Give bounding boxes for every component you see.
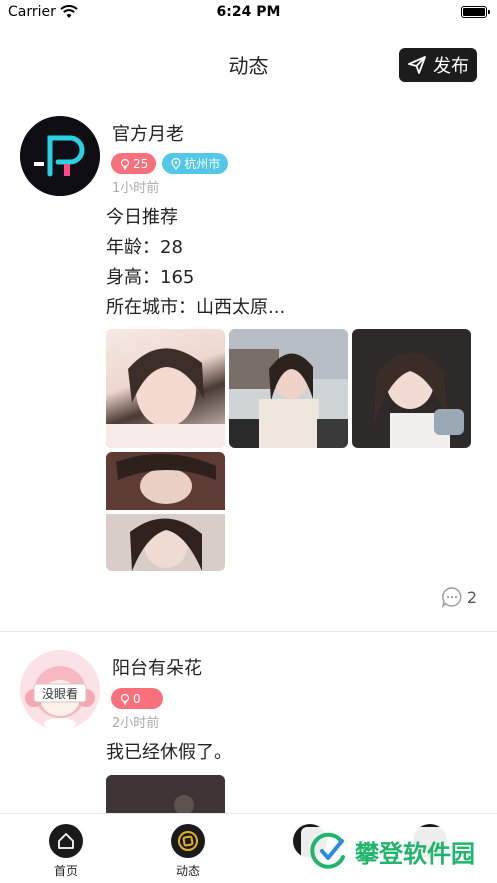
home-icon: [49, 824, 83, 858]
comment-button[interactable]: 2: [441, 586, 477, 608]
likes-count: 0: [133, 691, 141, 706]
photo-image: [374, 352, 464, 448]
post-photo[interactable]: [229, 329, 348, 448]
photo-image: [106, 775, 225, 815]
avatar-logo: [20, 116, 100, 196]
watermark: 攀登软件园: [301, 827, 483, 875]
watermark-text: 攀登软件园: [355, 839, 475, 868]
post-content: 今日推荐 年龄：28 身高：165 所在城市：山西太原...: [106, 203, 285, 323]
comment-bubble-icon: [441, 587, 462, 608]
lightbulb-icon: [120, 693, 130, 705]
battery-icon: [461, 6, 490, 18]
publish-button[interactable]: 发布: [399, 48, 477, 82]
tab-moments[interactable]: 动态: [158, 824, 218, 879]
post-card: 没眼看 阳台有朵花 0 2小时前 我已经休假了。: [0, 632, 497, 832]
user-tags: 25 杭州市: [111, 153, 229, 174]
post-time: 2小时前: [112, 716, 160, 731]
watermark-logo: [310, 832, 345, 869]
post-photo[interactable]: [106, 775, 225, 815]
avatar[interactable]: [20, 116, 100, 196]
post-line: 身高：165: [106, 267, 195, 288]
photo-image: [106, 348, 225, 448]
post-content: 我已经休假了。: [106, 738, 232, 768]
tab-home-label: 首页: [53, 864, 78, 878]
post-line: 年龄：28: [106, 237, 183, 258]
post-line: 我已经休假了。: [106, 742, 232, 763]
post-photo[interactable]: [106, 452, 225, 571]
tab-bar: 首页 动态 攀登软件园: [0, 813, 497, 883]
location-pin-icon: [171, 157, 181, 170]
paper-plane-icon: [408, 56, 426, 74]
user-tags: 0: [111, 688, 163, 709]
photo-image: [106, 452, 225, 571]
tab-moments-label: 动态: [175, 864, 200, 878]
post-photo[interactable]: [352, 329, 471, 448]
publish-label: 发布: [433, 56, 469, 77]
post-photo[interactable]: [106, 329, 225, 448]
post-card: 官方月老 25 杭州市 1小时前 今日推荐 年龄：28 身高：165 所在城市：…: [0, 100, 497, 630]
post-time: 1小时前: [112, 181, 160, 196]
user-name[interactable]: 阳台有朵花: [112, 654, 202, 680]
user-name[interactable]: 官方月老: [112, 120, 184, 146]
status-bar: Carrier 6:24 PM: [0, 0, 497, 26]
lightbulb-icon: [120, 158, 130, 170]
avatar-caption: 没眼看: [41, 687, 78, 701]
city-name: 杭州市: [184, 157, 221, 171]
moments-icon: [171, 824, 205, 858]
tab-home[interactable]: 首页: [36, 824, 96, 879]
avatar[interactable]: 没眼看: [20, 650, 100, 730]
likes-count: 25: [133, 156, 149, 171]
photo-image: [229, 329, 348, 448]
comment-count: 2: [466, 587, 477, 607]
post-line: 今日推荐: [106, 207, 178, 228]
nav-bar: 动态 发布: [0, 26, 497, 100]
likes-badge: 0: [111, 688, 163, 709]
likes-badge: 25: [111, 153, 157, 174]
post-line: 所在城市：山西太原...: [106, 297, 286, 318]
clock: 6:24 PM: [216, 4, 281, 20]
city-badge: 杭州市: [162, 153, 229, 174]
